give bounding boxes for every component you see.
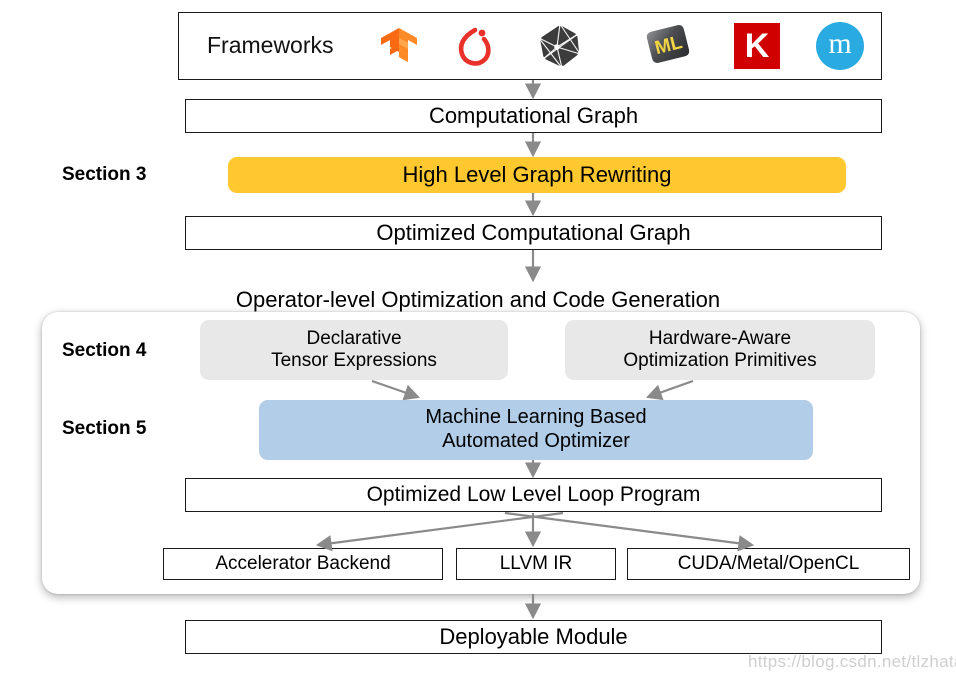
hardware-aware-line-2: Optimization Primitives xyxy=(623,350,817,371)
node-ml-automated-optimizer: Machine Learning Based Automated Optimiz… xyxy=(259,400,813,460)
node-high-level-graph-rewriting: High Level Graph Rewriting xyxy=(228,157,846,193)
node-deployable-module-label: Deployable Module xyxy=(439,624,628,650)
node-optimized-computational-graph-label: Optimized Computational Graph xyxy=(376,220,691,246)
frameworks-label: Frameworks xyxy=(207,32,334,59)
onnx-logo xyxy=(525,12,595,80)
keras-icon: K xyxy=(734,23,780,69)
node-optimized-low-level-loop-program: Optimized Low Level Loop Program xyxy=(185,478,882,512)
ml-optimizer-line-1: Machine Learning Based xyxy=(425,406,647,429)
keras-letter: K xyxy=(744,27,770,65)
node-llvm-ir: LLVM IR xyxy=(456,548,616,580)
section-3-label: Section 3 xyxy=(62,164,147,185)
operator-level-heading: Operator-level Optimization and Code Gen… xyxy=(235,287,721,312)
onnx-icon xyxy=(536,21,583,71)
node-accelerator-backend-label: Accelerator Backend xyxy=(215,552,391,574)
declarative-line-1: Declarative xyxy=(306,327,402,349)
mxnet-logo: m xyxy=(805,12,875,80)
declarative-line-2: Tensor Expressions xyxy=(271,350,437,371)
pytorch-logo xyxy=(440,12,510,80)
keras-logo: K xyxy=(722,12,792,80)
node-deployable-module: Deployable Module xyxy=(185,620,882,654)
node-high-level-graph-rewriting-label: High Level Graph Rewriting xyxy=(402,162,672,188)
mxnet-icon: m xyxy=(816,22,864,70)
node-cuda-metal-opencl-label: CUDA/Metal/OpenCL xyxy=(677,552,860,574)
section-4-label: Section 4 xyxy=(62,340,147,361)
node-optimized-computational-graph: Optimized Computational Graph xyxy=(185,216,882,250)
node-llvm-ir-label: LLVM IR xyxy=(499,552,573,574)
node-computational-graph-label: Computational Graph xyxy=(428,103,639,129)
watermark: https://blog.csdn.net/tlzhatao xyxy=(748,652,956,671)
node-hardware-aware-primitives: Hardware-Aware Optimization Primitives xyxy=(565,320,875,380)
node-optimized-low-level-loop-program-label: Optimized Low Level Loop Program xyxy=(366,482,701,506)
pytorch-icon xyxy=(458,27,491,66)
node-cuda-metal-opencl: CUDA/Metal/OpenCL xyxy=(627,548,910,580)
hardware-aware-line-1: Hardware-Aware xyxy=(648,327,792,349)
coreml-icon: ML xyxy=(646,25,690,63)
mxnet-letter: m xyxy=(828,27,852,60)
node-computational-graph: Computational Graph xyxy=(185,99,882,133)
ml-optimizer-line-2: Automated Optimizer xyxy=(442,430,630,452)
node-declarative-tensor-expressions: Declarative Tensor Expressions xyxy=(200,320,508,380)
tensorflow-logo xyxy=(366,12,436,80)
tensorflow-icon xyxy=(381,28,417,62)
coreml-logo: ML xyxy=(633,12,703,80)
section-5-label: Section 5 xyxy=(62,418,147,439)
diagram-canvas: Frameworks ML K m Computational Graph Se… xyxy=(0,0,956,678)
node-accelerator-backend: Accelerator Backend xyxy=(163,548,443,580)
